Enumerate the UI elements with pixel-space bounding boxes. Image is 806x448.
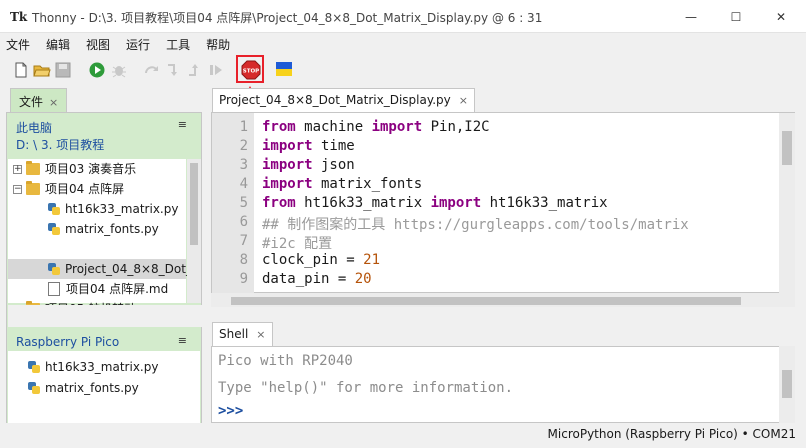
line-number: 9 (239, 271, 248, 287)
line-number: 1 (239, 119, 248, 135)
tree-item-folder[interactable]: − 项目04 点阵屏 (13, 179, 124, 199)
editor-tabs: Project_04_8×8_Dot_Matrix_Display.py × (211, 88, 806, 112)
tab-files[interactable]: 文件 × (10, 88, 68, 112)
python-file-icon (47, 202, 61, 216)
close-icon[interactable]: × (459, 94, 468, 107)
files-menu-icon[interactable]: ≡ (178, 118, 187, 131)
menu-bar: 文件 编辑 视图 运行 工具 帮助 (0, 33, 806, 55)
document-icon (48, 282, 60, 296)
collapse-icon[interactable]: − (13, 184, 22, 194)
device-menu-icon[interactable]: ≡ (178, 334, 187, 347)
tree-item-folder[interactable]: + 项目03 演奏音乐 (13, 159, 136, 179)
editor-horizontal-scrollbar[interactable] (211, 293, 795, 307)
code-line[interactable]: ## 制作图案的工具 https://gurgleapps.com/tools/… (262, 214, 689, 234)
python-file-icon (47, 222, 61, 236)
save-icon[interactable] (54, 61, 72, 79)
status-bar: MicroPython (Raspberry Pi Pico) • COM21 (0, 423, 806, 448)
menu-help[interactable]: 帮助 (206, 36, 230, 53)
run-icon[interactable] (88, 61, 106, 79)
tab-editor-file[interactable]: Project_04_8×8_Dot_Matrix_Display.py × (212, 88, 475, 112)
menu-view[interactable]: 视图 (86, 36, 110, 53)
debug-icon[interactable] (110, 61, 128, 79)
step-into-icon[interactable] (164, 61, 182, 79)
minimize-button[interactable]: — (668, 0, 714, 33)
code-line[interactable]: clock_pin = 21 (262, 252, 380, 268)
device-file-item[interactable]: ht16k33_matrix.py (27, 357, 158, 377)
computer-title: 此电脑 (16, 121, 53, 135)
code-line[interactable]: from machine import Pin,I2C (262, 119, 490, 135)
code-editor[interactable]: 1 from machine import Pin,I2C 2 import time… (211, 112, 793, 294)
shell-scrollbar[interactable] (779, 346, 795, 423)
line-number: 8 (239, 252, 248, 268)
step-out-icon[interactable] (185, 61, 203, 79)
menu-file[interactable]: 文件 (6, 36, 30, 53)
line-number: 2 (239, 138, 248, 154)
tab-shell[interactable]: Shell × (212, 322, 273, 346)
ukraine-flag-icon[interactable] (276, 61, 292, 77)
new-file-icon[interactable] (12, 61, 30, 79)
step-over-icon[interactable] (143, 61, 161, 79)
maximize-button[interactable]: ☐ (713, 0, 759, 33)
line-number: 6 (239, 214, 248, 230)
code-line[interactable]: import json (262, 157, 355, 173)
toolbar: STOP (0, 55, 806, 85)
code-line[interactable]: data_pin = 20 (262, 271, 372, 287)
window-title: Thonny - D:\3. 项目教程\项目04 点阵屏\Project_04_… (32, 11, 543, 25)
close-icon[interactable]: × (49, 96, 58, 109)
files-panel: 此电脑 ≡ D: \ 3. 项目教程 + 项目03 演奏音乐 − 项目04 点阵… (6, 112, 202, 429)
line-number: 7 (239, 233, 248, 249)
tree-item-file-selected[interactable]: Project_04_8×8_Dot_ (47, 259, 192, 279)
line-number: 4 (239, 176, 248, 192)
stop-highlight-box (236, 55, 264, 83)
tree-item-file[interactable]: 项目04 点阵屏.md (47, 279, 168, 299)
open-folder-icon[interactable] (33, 61, 51, 79)
panel-separator[interactable] (8, 305, 202, 327)
device-title: Raspberry Pi Pico (16, 335, 120, 349)
shell-console[interactable]: Pico with RP2040 Type "help()" for more … (211, 346, 793, 423)
expand-icon[interactable]: + (13, 164, 22, 174)
title-bar: Tk Thonny - D:\3. 项目教程\项目04 点阵屏\Project_… (0, 0, 806, 33)
code-line[interactable]: from ht16k33_matrix import ht16k33_matri… (262, 195, 608, 211)
line-number: 3 (239, 157, 248, 173)
code-line[interactable]: #i2c 配置 (262, 233, 332, 253)
close-icon[interactable]: × (256, 328, 265, 341)
shell-output-line: Type "help()" for more information. (218, 380, 514, 396)
menu-edit[interactable]: 编辑 (46, 36, 70, 53)
line-number: 5 (239, 195, 248, 211)
shell-tabs: Shell × (211, 322, 806, 346)
code-line[interactable]: import time (262, 138, 355, 154)
close-window-button[interactable]: ✕ (758, 0, 804, 33)
files-scrollbar[interactable] (187, 159, 201, 303)
thonny-logo-icon: Tk (10, 10, 28, 24)
tree-item-file[interactable]: matrix_fonts.py (47, 219, 159, 239)
menu-run[interactable]: 运行 (126, 36, 150, 53)
files-view: 文件 × 此电脑 ≡ D: \ 3. 项目教程 + 项目03 演奏音乐 − 项目0… (6, 88, 202, 429)
shell-output-line: Pico with RP2040 (218, 353, 353, 369)
python-file-icon (27, 360, 41, 374)
code-line[interactable]: import matrix_fonts (262, 176, 422, 192)
python-file-icon (47, 262, 61, 276)
tree-item-file[interactable]: ht16k33_matrix.py (47, 199, 178, 219)
folder-icon (26, 181, 40, 195)
folder-icon (26, 161, 40, 175)
computer-path[interactable]: D: \ 3. 项目教程 (16, 136, 104, 153)
menu-tools[interactable]: 工具 (166, 36, 190, 53)
interpreter-status[interactable]: MicroPython (Raspberry Pi Pico) • COM21 (548, 427, 796, 441)
editor-vertical-scrollbar[interactable] (779, 112, 795, 293)
device-file-item[interactable]: matrix_fonts.py (27, 378, 139, 398)
shell-prompt[interactable]: >>> (218, 403, 243, 419)
python-file-icon (27, 381, 41, 395)
resume-icon[interactable] (207, 61, 225, 79)
